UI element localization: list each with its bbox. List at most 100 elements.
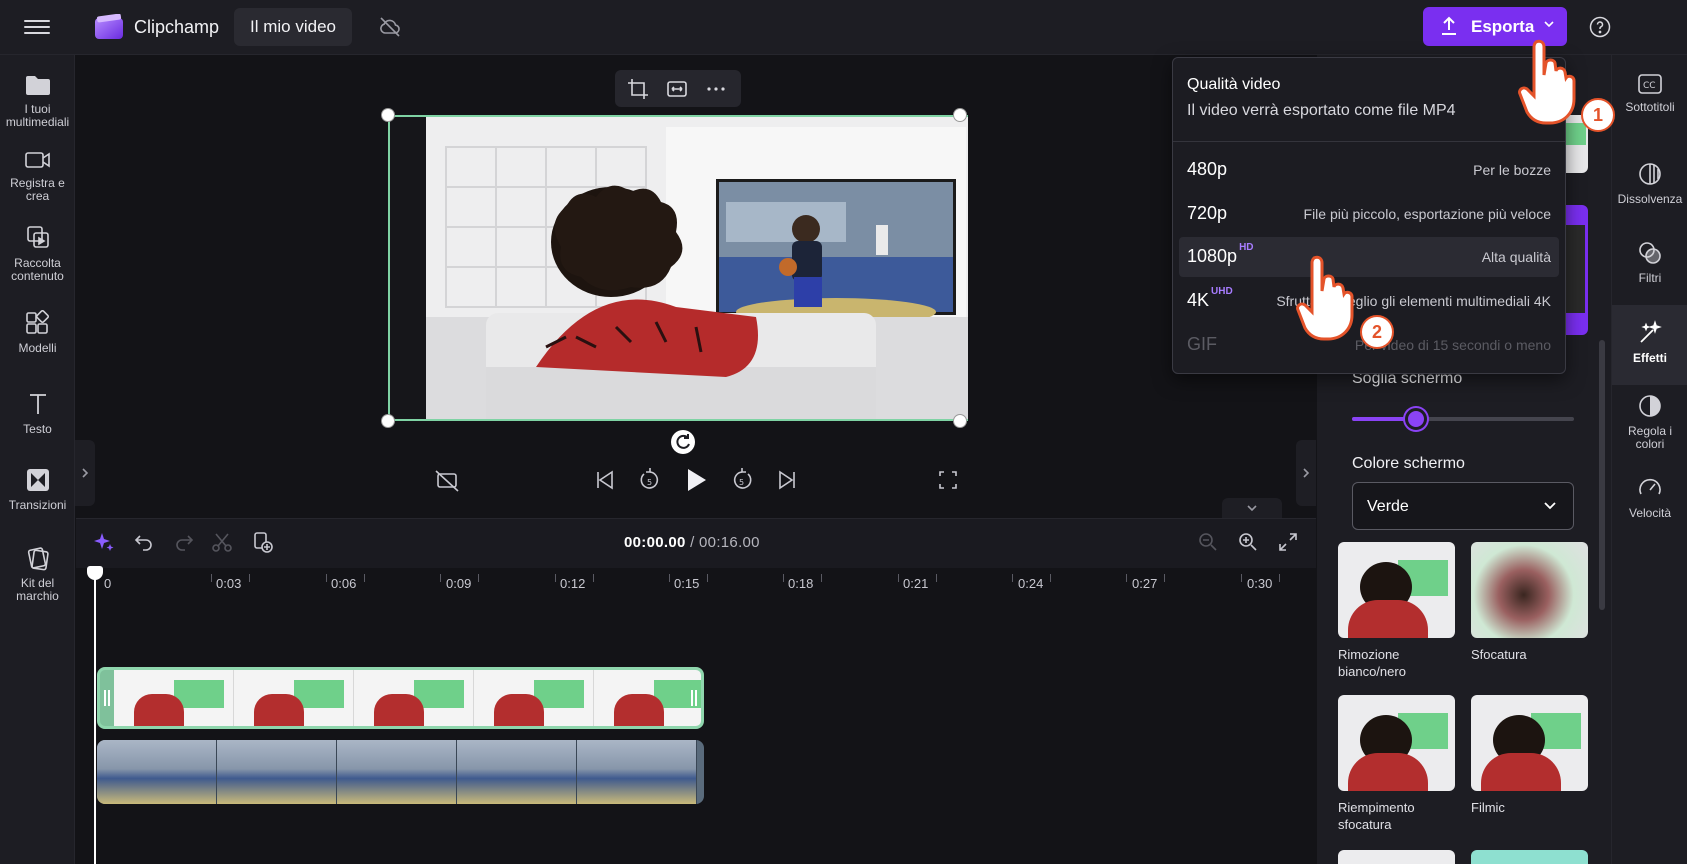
upload-icon xyxy=(1442,16,1456,35)
rnav-label: Sottotitoli xyxy=(1625,100,1675,114)
effect-name: Rimozione bianco/nero xyxy=(1338,647,1406,679)
chevron-down-icon xyxy=(1544,502,1556,510)
timeline-ruler[interactable]: 0 0:03 0:06 0:09 0:12 0:15 0:18 0:21 0:2… xyxy=(76,568,1316,598)
cloud-off-icon[interactable] xyxy=(378,15,402,39)
menu-icon[interactable] xyxy=(24,16,50,38)
rnav-speed[interactable]: Velocità xyxy=(1612,475,1687,520)
fullscreen-icon[interactable] xyxy=(934,462,962,498)
camera-off-icon[interactable] xyxy=(434,462,462,498)
hand-cursor-icon xyxy=(1518,39,1576,125)
more-options-icon[interactable] xyxy=(705,78,727,100)
export-option-res: 480p xyxy=(1187,159,1228,179)
hd-badge: HD xyxy=(1239,242,1254,253)
green-screen-clip-track[interactable] xyxy=(97,667,704,729)
chevron-right-icon xyxy=(1303,468,1310,478)
nav-transitions[interactable]: Transizioni xyxy=(0,467,75,512)
help-icon[interactable] xyxy=(1588,15,1612,39)
rnav-effects[interactable]: Effetti xyxy=(1612,305,1687,385)
nav-label: I tuoi multimediali xyxy=(5,102,70,129)
rnav-captions[interactable]: CC Sottotitoli xyxy=(1612,73,1687,114)
rewind-5-icon[interactable]: 5 xyxy=(636,462,664,498)
export-option-res: 1080p HD xyxy=(1187,242,1254,266)
playhead[interactable] xyxy=(94,570,96,864)
tick-label: 0:27 xyxy=(1132,576,1158,591)
nav-your-media[interactable]: I tuoi multimediali xyxy=(0,73,75,129)
timecode: 00:00.00 / 00:16.00 xyxy=(624,534,760,551)
total-time: / 00:16.00 xyxy=(690,534,760,551)
collapse-left-panel[interactable] xyxy=(75,440,95,506)
tick-label: 0:24 xyxy=(1018,576,1044,591)
skip-back-icon[interactable] xyxy=(590,462,618,498)
skip-forward-icon[interactable] xyxy=(774,462,802,498)
left-sidebar: I tuoi multimediali Registra e crea Racc… xyxy=(0,55,75,864)
nav-content-library[interactable]: Raccolta contenuto xyxy=(0,225,75,283)
tick-label: 0:21 xyxy=(903,576,929,591)
resize-handle[interactable] xyxy=(381,108,395,122)
export-option-res: 4K UHD xyxy=(1187,286,1233,310)
current-time: 00:00.00 xyxy=(624,534,686,551)
effect-card-partial[interactable] xyxy=(1338,850,1455,864)
tick-label: 0:06 xyxy=(331,576,357,591)
zoom-out-icon[interactable] xyxy=(1196,530,1220,554)
rnav-fade[interactable]: Dissolvenza xyxy=(1612,161,1687,206)
effect-card-bw-removal[interactable]: Rimozione bianco/nero xyxy=(1338,542,1455,680)
fit-icon[interactable] xyxy=(666,78,688,100)
rnav-filters[interactable]: Filtri xyxy=(1612,240,1687,285)
rnav-label: Regola i colori xyxy=(1627,424,1673,451)
undo-icon[interactable] xyxy=(132,530,156,554)
nav-brand-kit[interactable]: Kit del marchio xyxy=(0,545,75,603)
trim-handle-right[interactable] xyxy=(691,690,697,706)
nav-label: Registra e crea xyxy=(10,176,65,203)
collapse-timeline[interactable] xyxy=(1222,498,1282,518)
export-option-desc: Per le bozze xyxy=(1473,162,1551,178)
resize-handle[interactable] xyxy=(381,414,395,428)
color-label: Colore schermo xyxy=(1352,455,1465,472)
effect-card-filmic[interactable]: Filmic xyxy=(1471,695,1588,816)
project-name-field[interactable]: Il mio video xyxy=(234,8,352,46)
adjust-colors-icon xyxy=(1639,395,1661,417)
export-option-4k[interactable]: 4K UHD Sfrutta al meglio gli elementi mul… xyxy=(1179,281,1559,321)
effect-card-blur-fill[interactable]: Riempimento sfocatura xyxy=(1338,695,1455,833)
resize-handle[interactable] xyxy=(953,414,967,428)
crop-icon[interactable] xyxy=(627,78,649,100)
transitions-icon xyxy=(26,469,49,491)
rnav-adjust-colors[interactable]: Regola i colori xyxy=(1612,393,1687,451)
screen-color-select[interactable]: Verde xyxy=(1352,482,1574,530)
nav-text[interactable]: Testo xyxy=(0,391,75,436)
export-menu-title: Qualità video xyxy=(1187,76,1281,93)
video-preview[interactable] xyxy=(388,115,968,421)
camera-icon xyxy=(24,152,50,168)
effect-thumbnail xyxy=(1338,695,1455,791)
zoom-in-icon[interactable] xyxy=(1236,530,1260,554)
nav-record-create[interactable]: Registra e crea xyxy=(0,149,75,203)
redo-icon[interactable] xyxy=(172,530,196,554)
play-icon[interactable] xyxy=(682,462,710,498)
svg-text:5: 5 xyxy=(739,478,744,487)
ai-sparkle-icon[interactable] xyxy=(92,530,116,554)
top-bar: Clipchamp Il mio video Esporta xyxy=(0,0,1687,55)
nav-label: Testo xyxy=(23,422,52,436)
split-icon[interactable] xyxy=(210,530,234,554)
resize-handle[interactable] xyxy=(953,108,967,122)
screen-color-value: Verde xyxy=(1367,498,1409,515)
svg-text:5: 5 xyxy=(647,478,652,487)
tick-label: 0 xyxy=(104,576,112,591)
export-option-480p[interactable]: 480p Per le bozze xyxy=(1179,150,1559,190)
threshold-slider[interactable] xyxy=(1352,408,1574,430)
basketball-clip-track[interactable] xyxy=(97,740,704,804)
effect-card-partial[interactable] xyxy=(1471,850,1588,864)
fit-timeline-icon[interactable] xyxy=(1276,530,1300,554)
add-clip-icon[interactable] xyxy=(250,530,274,554)
effect-card-blur[interactable]: Sfocatura xyxy=(1471,542,1588,663)
rnav-label: Velocità xyxy=(1628,506,1672,520)
nav-templates[interactable]: Modelli xyxy=(0,310,75,355)
tick-label: 0:15 xyxy=(674,576,700,591)
export-option-1080p[interactable]: 1080p HD Alta qualità xyxy=(1179,237,1559,277)
rotate-icon[interactable] xyxy=(671,430,695,454)
forward-5-icon[interactable]: 5 xyxy=(728,462,756,498)
export-option-720p[interactable]: 720p File più piccolo, esportazione più … xyxy=(1179,194,1559,234)
trim-handle-left[interactable] xyxy=(104,690,110,706)
collapse-right-panel[interactable] xyxy=(1296,440,1316,506)
filters-icon xyxy=(1639,242,1661,264)
panel-scrollbar[interactable] xyxy=(1599,340,1605,610)
